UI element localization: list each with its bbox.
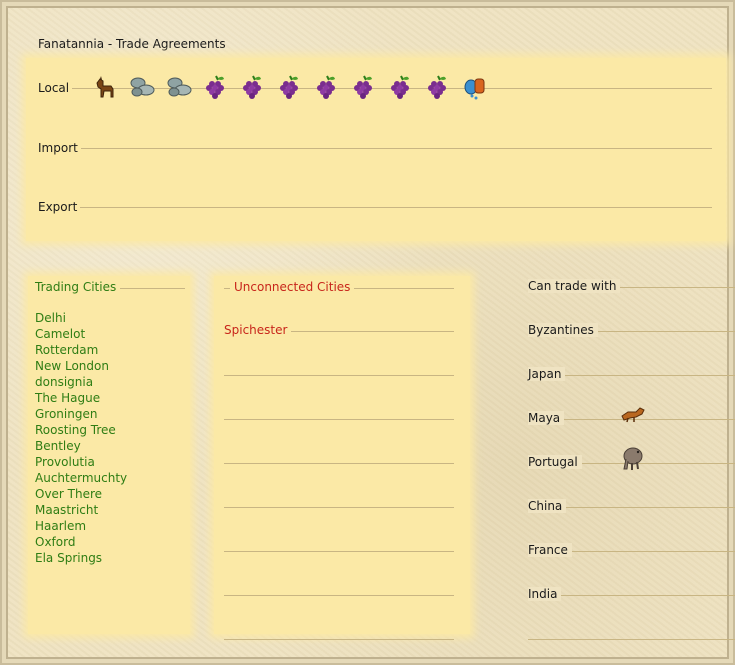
city-item[interactable]: Auchtermuchty <box>35 470 127 486</box>
city-item[interactable]: Haarlem <box>35 518 127 534</box>
export-rule <box>38 207 712 208</box>
unconnected-row-rule <box>224 463 454 464</box>
grapes-icon[interactable] <box>236 72 269 102</box>
fox-icon[interactable] <box>620 404 648 427</box>
local-goods-list <box>88 72 491 104</box>
city-item[interactable]: Over There <box>35 486 127 502</box>
local-label: Local <box>38 81 73 95</box>
civ-item-india[interactable]: India <box>528 587 562 601</box>
import-label: Import <box>38 141 81 155</box>
import-rule <box>38 148 712 149</box>
horse-icon[interactable] <box>88 72 121 102</box>
trading-cities-list: Delhi Camelot Rotterdam New London donsi… <box>35 310 127 566</box>
city-item[interactable]: Camelot <box>35 326 127 342</box>
city-item[interactable]: Roosting Tree <box>35 422 127 438</box>
unconnected-row-rule <box>224 375 454 376</box>
grapes-icon[interactable] <box>199 72 232 102</box>
stone-icon[interactable] <box>162 72 195 102</box>
city-item[interactable]: Groningen <box>35 406 127 422</box>
unconnected-row-rule <box>224 419 454 420</box>
grapes-icon[interactable] <box>273 72 306 102</box>
unconnected-row-rule <box>224 551 454 552</box>
dye-icon[interactable] <box>458 72 491 102</box>
export-label: Export <box>38 200 81 214</box>
city-item[interactable]: Oxford <box>35 534 127 550</box>
trading-cities-header: Trading Cities <box>35 280 121 294</box>
grapes-icon[interactable] <box>310 72 343 102</box>
civ-item-byzantines[interactable]: Byzantines <box>528 323 598 337</box>
can-trade-header: Can trade with <box>528 279 621 293</box>
city-item[interactable]: The Hague <box>35 390 127 406</box>
stone-icon[interactable] <box>125 72 158 102</box>
elephant-icon[interactable] <box>620 443 646 476</box>
unconnected-row-rule <box>224 507 454 508</box>
grapes-icon[interactable] <box>347 72 380 102</box>
city-item[interactable]: Rotterdam <box>35 342 127 358</box>
civ-item-portugal[interactable]: Portugal <box>528 455 582 469</box>
civ-item-maya[interactable]: Maya <box>528 411 565 425</box>
city-item[interactable]: donsignia <box>35 374 127 390</box>
civ-item-france[interactable]: France <box>528 543 572 557</box>
unconnected-row-rule <box>224 595 454 596</box>
grapes-icon[interactable] <box>384 72 417 102</box>
civ-item-china[interactable]: China <box>528 499 567 513</box>
city-item[interactable]: Provolutia <box>35 454 127 470</box>
city-item[interactable]: Ela Springs <box>35 550 127 566</box>
city-item[interactable]: Bentley <box>35 438 127 454</box>
unconnected-cities-header: Unconnected Cities <box>230 280 355 294</box>
unconnected-city-item[interactable]: Spichester <box>224 323 292 337</box>
city-item[interactable]: Maastricht <box>35 502 127 518</box>
unconnected-row-rule <box>224 639 454 640</box>
city-item[interactable]: New London <box>35 358 127 374</box>
grapes-icon[interactable] <box>421 72 454 102</box>
civ-row-rule <box>528 639 735 640</box>
window-title: Fanatannia - Trade Agreements <box>38 37 226 51</box>
civ-item-japan[interactable]: Japan <box>528 367 566 381</box>
city-item[interactable]: Delhi <box>35 310 127 326</box>
